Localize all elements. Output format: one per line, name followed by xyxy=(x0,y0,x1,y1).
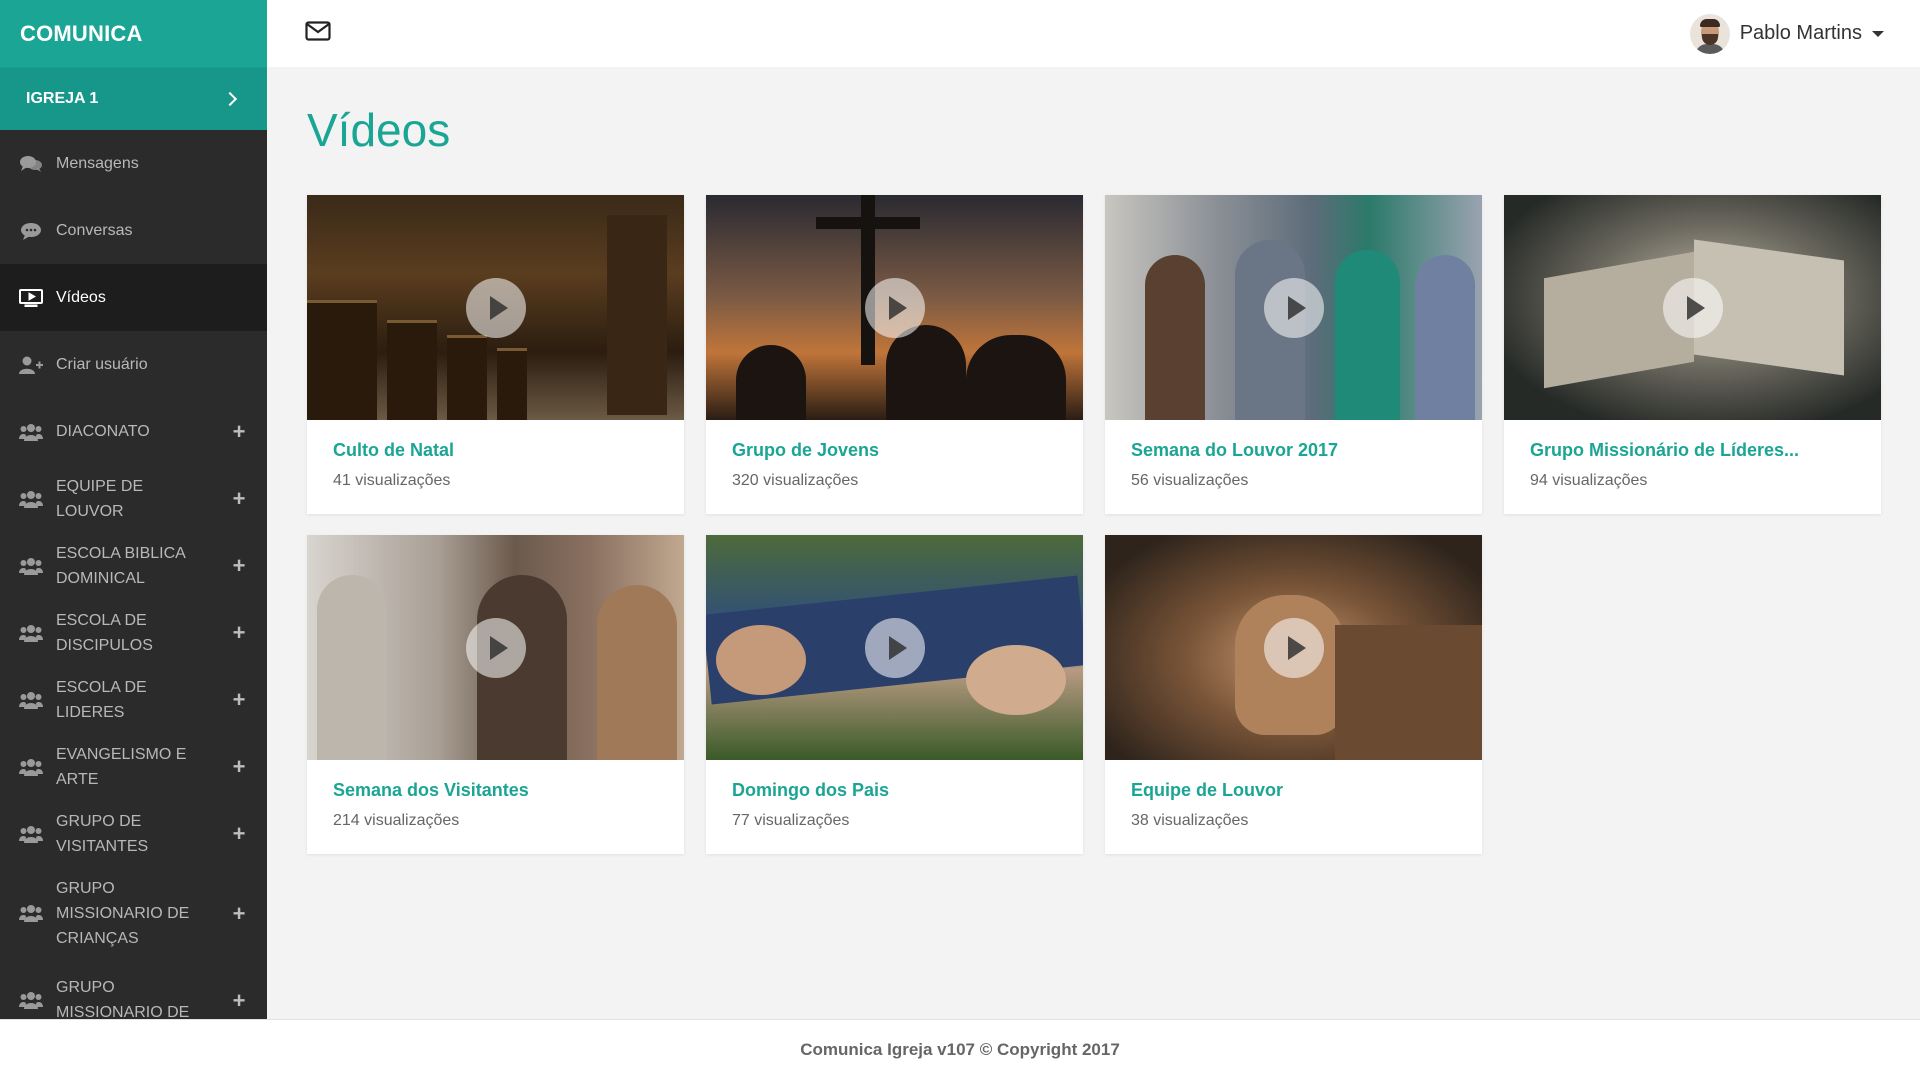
plus-icon[interactable]: + xyxy=(231,486,247,511)
video-views: 214 visualizações xyxy=(333,812,460,829)
play-icon[interactable] xyxy=(1263,277,1324,338)
video-title[interactable]: Culto de Natal xyxy=(333,440,658,461)
video-views: 56 visualizações xyxy=(1131,472,1249,489)
video-views: 77 visualizações xyxy=(732,812,850,829)
play-icon[interactable] xyxy=(465,617,526,678)
sidebar-item-label: Mensagens xyxy=(56,154,139,172)
envelope-icon[interactable] xyxy=(305,21,331,46)
top-bar: Pablo Martins xyxy=(267,0,1920,67)
sidebar-group-diaconato[interactable]: DIACONATO + xyxy=(0,398,267,465)
users-icon xyxy=(18,490,44,508)
avatar xyxy=(1689,13,1730,54)
comment-icon xyxy=(18,221,44,241)
video-title[interactable]: Equipe de Louvor xyxy=(1131,780,1456,801)
users-icon xyxy=(18,557,44,575)
video-card[interactable]: Semana dos Visitantes 214 visualizações xyxy=(307,535,684,854)
video-title[interactable]: Semana dos Visitantes xyxy=(333,780,658,801)
video-card[interactable]: Domingo dos Pais 77 visualizações xyxy=(706,535,1083,854)
group-label: ESCOLA DE LIDERES xyxy=(56,678,147,721)
play-icon[interactable] xyxy=(1662,277,1723,338)
group-label: EQUIPE DE LOUVOR xyxy=(56,477,144,520)
plus-icon[interactable]: + xyxy=(231,620,247,645)
users-icon xyxy=(18,904,44,922)
sidebar-group-escola-de-lideres[interactable]: ESCOLA DE LIDERES + xyxy=(0,666,267,733)
video-title[interactable]: Semana do Louvor 2017 xyxy=(1131,440,1456,461)
plus-icon[interactable]: + xyxy=(231,754,247,779)
users-icon xyxy=(18,624,44,642)
sidebar-group-grupo-missionario-de[interactable]: GRUPO MISSIONARIO DE + xyxy=(0,959,267,1019)
caret-down-icon xyxy=(1872,30,1884,37)
video-thumbnail[interactable] xyxy=(706,535,1083,760)
group-label: GRUPO DE VISITANTES xyxy=(56,812,149,855)
video-thumbnail[interactable] xyxy=(706,195,1083,420)
group-label: ESCOLA DE DISCIPULOS xyxy=(56,611,153,654)
video-title[interactable]: Grupo Missionário de Líderes... xyxy=(1530,440,1855,461)
sidebar: COMUNICA IGREJA 1 Mensagens Conversas Ví… xyxy=(0,0,267,1019)
sidebar-group-escola-biblica-dominical[interactable]: ESCOLA BIBLICA DOMINICAL + xyxy=(0,532,267,599)
play-icon[interactable] xyxy=(1263,617,1324,678)
sidebar-group-equipe-de-louvor[interactable]: EQUIPE DE LOUVOR + xyxy=(0,465,267,532)
copyright-text: Comunica Igreja v107 © Copyright 2017 xyxy=(800,1040,1120,1059)
video-title[interactable]: Domingo dos Pais xyxy=(732,780,1057,801)
users-icon xyxy=(18,825,44,843)
video-card[interactable]: Grupo Missionário de Líderes... 94 visua… xyxy=(1504,195,1881,514)
video-views: 41 visualizações xyxy=(333,472,451,489)
add-user-icon xyxy=(18,355,44,375)
video-title[interactable]: Grupo de Jovens xyxy=(732,440,1057,461)
brand-logo[interactable]: COMUNICA xyxy=(0,0,267,67)
group-label: ESCOLA BIBLICA DOMINICAL xyxy=(56,544,186,587)
footer: Comunica Igreja v107 © Copyright 2017 xyxy=(0,1019,1920,1080)
sidebar-item-videos[interactable]: Vídeos xyxy=(0,264,267,331)
group-label: GRUPO MISSIONARIO DE CRIANÇAS xyxy=(56,879,190,947)
play-icon[interactable] xyxy=(864,617,925,678)
church-name: IGREJA 1 xyxy=(26,90,99,107)
plus-icon[interactable]: + xyxy=(231,553,247,578)
play-icon[interactable] xyxy=(465,277,526,338)
video-thumbnail[interactable] xyxy=(1105,195,1482,420)
video-card[interactable]: Equipe de Louvor 38 visualizações xyxy=(1105,535,1482,854)
sidebar-item-criar-usuario[interactable]: Criar usuário xyxy=(0,331,267,398)
video-views: 94 visualizações xyxy=(1530,472,1648,489)
sidebar-group-grupo-de-visitantes[interactable]: GRUPO DE VISITANTES + xyxy=(0,800,267,867)
chevron-right-icon xyxy=(222,91,238,107)
main-content: Vídeos Culto de Natal 41 visualizações G… xyxy=(267,67,1920,1019)
sidebar-group-grupo-missionario-de-criancas[interactable]: GRUPO MISSIONARIO DE CRIANÇAS + xyxy=(0,867,267,959)
users-icon xyxy=(18,991,44,1009)
video-grid: Culto de Natal 41 visualizações Grupo de… xyxy=(307,195,1881,854)
users-icon xyxy=(18,423,44,441)
sidebar-item-conversas[interactable]: Conversas xyxy=(0,197,267,264)
sidebar-item-mensagens[interactable]: Mensagens xyxy=(0,130,267,197)
sidebar-item-label: Conversas xyxy=(56,221,133,239)
plus-icon[interactable]: + xyxy=(231,419,247,444)
video-card[interactable]: Culto de Natal 41 visualizações xyxy=(307,195,684,514)
church-selector[interactable]: IGREJA 1 xyxy=(0,67,267,130)
users-icon xyxy=(18,691,44,709)
video-views: 38 visualizações xyxy=(1131,812,1249,829)
sidebar-group-escola-de-discipulos[interactable]: ESCOLA DE DISCIPULOS + xyxy=(0,599,267,666)
video-card[interactable]: Grupo de Jovens 320 visualizações xyxy=(706,195,1083,514)
group-label: GRUPO MISSIONARIO DE xyxy=(56,979,190,1019)
plus-icon[interactable]: + xyxy=(231,821,247,846)
users-icon xyxy=(18,758,44,776)
group-label: DIACONATO xyxy=(56,423,150,440)
video-views: 320 visualizações xyxy=(732,472,859,489)
play-icon[interactable] xyxy=(864,277,925,338)
plus-icon[interactable]: + xyxy=(231,687,247,712)
group-label: EVANGELISMO E ARTE xyxy=(56,745,187,788)
sidebar-item-label: Criar usuário xyxy=(56,355,148,373)
user-menu[interactable]: Pablo Martins xyxy=(1689,13,1884,54)
video-card[interactable]: Semana do Louvor 2017 56 visualizações xyxy=(1105,195,1482,514)
user-name: Pablo Martins xyxy=(1739,22,1862,44)
page-title: Vídeos xyxy=(307,104,451,156)
chat-icon xyxy=(18,154,44,174)
plus-icon[interactable]: + xyxy=(231,901,247,926)
sidebar-item-label: Vídeos xyxy=(56,288,106,306)
video-icon xyxy=(18,288,44,308)
video-thumbnail[interactable] xyxy=(1105,535,1482,760)
sidebar-group-evangelismo-e-arte[interactable]: EVANGELISMO E ARTE + xyxy=(0,733,267,800)
video-thumbnail[interactable] xyxy=(307,195,684,420)
video-thumbnail[interactable] xyxy=(307,535,684,760)
plus-icon[interactable]: + xyxy=(231,988,247,1013)
video-thumbnail[interactable] xyxy=(1504,195,1881,420)
